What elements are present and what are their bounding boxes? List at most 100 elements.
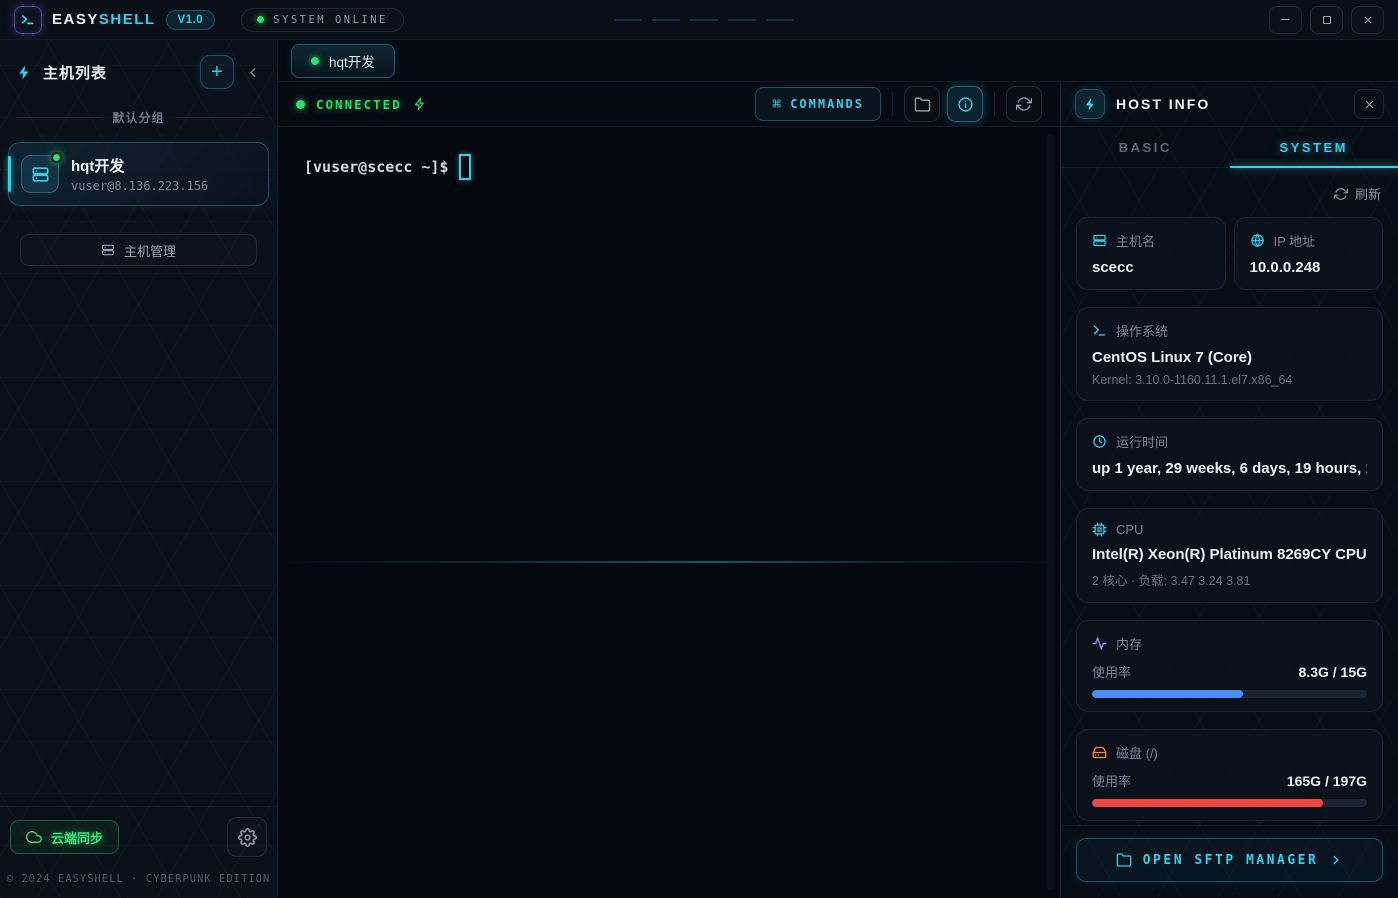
app-logo	[14, 6, 42, 34]
terminal-tab[interactable]: hqt开发	[291, 44, 395, 78]
window-maximize-button[interactable]	[1310, 6, 1343, 34]
terminal-cursor	[459, 154, 471, 180]
disk-card: 磁盘 (/) 使用率 165G / 197G	[1076, 729, 1383, 821]
connection-status: CONNECTED	[296, 97, 427, 112]
online-status-dot	[257, 16, 264, 23]
commands-button[interactable]: ⌘ COMMANDS	[755, 87, 881, 121]
collapse-sidebar-button[interactable]	[246, 65, 261, 80]
disk-progress-fill	[1092, 799, 1323, 807]
server-icon	[1092, 233, 1107, 248]
hostname-card: 主机名 scecc	[1076, 217, 1226, 290]
memory-progress-track	[1092, 690, 1367, 698]
brand-title: EASYSHELL	[52, 11, 156, 28]
system-online-pill: SYSTEM ONLINE	[241, 8, 404, 32]
close-icon	[1362, 14, 1374, 26]
folder-icon	[1116, 852, 1132, 868]
bolt-icon	[16, 64, 33, 81]
ip-value: 10.0.0.248	[1250, 259, 1368, 276]
hostname-label: 主机名	[1116, 231, 1155, 250]
info-icon	[957, 96, 974, 113]
cloud-icon	[26, 829, 42, 845]
host-manage-label: 主机管理	[124, 241, 176, 260]
refresh-link[interactable]: 刷新	[1334, 184, 1381, 203]
refresh-icon	[1016, 96, 1032, 112]
globe-icon	[1250, 233, 1265, 248]
host-list-title: 主机列表	[43, 62, 107, 83]
ip-card: IP 地址 10.0.0.248	[1234, 217, 1384, 290]
terminal-icon	[1092, 323, 1107, 338]
kernel-value: Kernel: 3.10.0-1160.11.1.el7.x86_64	[1092, 373, 1367, 387]
host-info-header: HOST INFO	[1061, 82, 1398, 127]
minimize-icon	[1279, 13, 1292, 26]
memory-progress-fill	[1092, 690, 1243, 698]
host-info-content: 刷新 主机名 scecc	[1061, 168, 1398, 825]
settings-button[interactable]	[227, 817, 267, 857]
uptime-value: up 1 year, 29 weeks, 6 days, 19 hours, 1…	[1092, 460, 1367, 477]
tab-basic[interactable]: BASIC	[1061, 127, 1230, 167]
cloud-sync-label: 云端同步	[51, 828, 103, 847]
hard-drive-icon	[1092, 745, 1107, 760]
online-status-label: SYSTEM ONLINE	[273, 14, 388, 26]
window-close-button[interactable]	[1351, 6, 1384, 34]
os-label: 操作系统	[1116, 321, 1168, 340]
window-minimize-button[interactable]	[1269, 6, 1302, 34]
cpu-label: CPU	[1116, 522, 1143, 537]
host-name: hqt开发	[71, 155, 208, 176]
tab-strip: hqt开发	[278, 40, 1398, 82]
folder-icon	[914, 96, 931, 113]
host-list-item[interactable]: hqt开发 vuser@8.136.223.156	[8, 142, 269, 206]
commands-label: COMMANDS	[790, 97, 864, 111]
cloud-sync-button[interactable]: 云端同步	[10, 820, 119, 854]
clock-icon	[1092, 434, 1107, 449]
terminal-scrollbar[interactable]	[1046, 135, 1054, 890]
host-manage-button[interactable]: 主机管理	[20, 234, 257, 266]
window-controls	[1269, 6, 1384, 34]
host-info-title: HOST INFO	[1116, 96, 1210, 112]
tab-label: hqt开发	[329, 51, 375, 71]
refresh-icon	[1334, 187, 1348, 201]
os-value: CentOS Linux 7 (Core)	[1092, 349, 1367, 366]
refresh-label: 刷新	[1355, 184, 1381, 203]
memory-card: 内存 使用率 8.3G / 15G	[1076, 620, 1383, 712]
uptime-label: 运行时间	[1116, 432, 1168, 451]
copyright: © 2024 EASYSHELL · CYBERPUNK EDITION	[0, 857, 277, 898]
tab-status-dot	[311, 57, 319, 65]
add-host-button[interactable]: +	[200, 55, 234, 89]
host-list-sidebar: 主机列表 + 默认分组 hqt开发 vuser@8.136.223.156	[0, 40, 278, 898]
disk-usage-label: 使用率	[1092, 771, 1131, 790]
uptime-card: 运行时间 up 1 year, 29 weeks, 6 days, 19 hou…	[1076, 418, 1383, 491]
os-card: 操作系统 CentOS Linux 7 (Core) Kernel: 3.10.…	[1076, 307, 1383, 401]
close-icon	[1363, 98, 1376, 111]
host-server-icon	[21, 155, 59, 193]
memory-label: 内存	[1116, 634, 1142, 653]
close-panel-button[interactable]	[1354, 89, 1384, 119]
sftp-files-button[interactable]	[904, 86, 940, 122]
hostname-value: scecc	[1092, 259, 1210, 276]
disk-label: 磁盘 (/)	[1116, 743, 1158, 762]
reconnect-button[interactable]	[1006, 86, 1042, 122]
terminal-statusbar: CONNECTED ⌘ COMMANDS	[278, 82, 1060, 127]
connected-label: CONNECTED	[316, 97, 402, 112]
server-icon	[101, 243, 115, 257]
cpu-icon	[1092, 522, 1107, 537]
bolt-icon	[1075, 89, 1105, 119]
cpu-card: CPU Intel(R) Xeon(R) Platinum 8269CY CPU…	[1076, 508, 1383, 603]
tab-system[interactable]: SYSTEM	[1230, 127, 1398, 167]
disk-progress-track	[1092, 799, 1367, 807]
terminal[interactable]: [vuser@scecc ~]$	[278, 127, 1060, 898]
cpu-detail: 2 核心 · 负载: 3.47 3.24 3.81	[1092, 570, 1367, 589]
open-sftp-button[interactable]: OPEN SFTP MANAGER	[1076, 838, 1383, 882]
memory-usage-label: 使用率	[1092, 662, 1131, 681]
host-info-tabs: BASIC SYSTEM	[1061, 127, 1398, 168]
host-item-text: hqt开发 vuser@8.136.223.156	[71, 155, 208, 193]
chevron-right-icon	[1329, 853, 1343, 867]
host-info-button[interactable]	[947, 86, 983, 122]
version-badge: V1.0	[166, 10, 216, 30]
chevron-left-icon	[246, 65, 261, 80]
command-icon: ⌘	[772, 95, 781, 113]
titlebar: EASYSHELL V1.0 SYSTEM ONLINE	[0, 0, 1398, 40]
host-info-panel: HOST INFO BASIC SYSTEM	[1060, 82, 1398, 898]
memory-usage-value: 8.3G / 15G	[1299, 664, 1367, 680]
terminal-scanline-decor	[278, 561, 1060, 563]
ip-label: IP 地址	[1274, 231, 1316, 250]
